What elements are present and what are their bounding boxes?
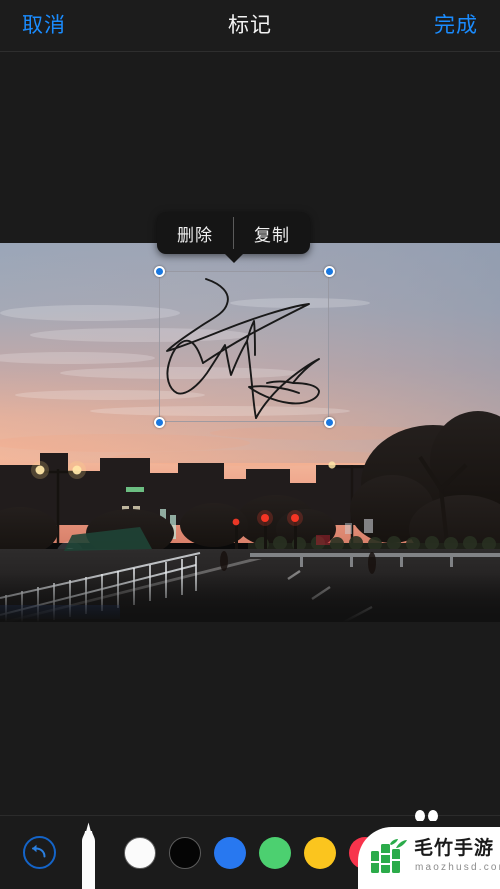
selection-bounding-box[interactable] (159, 271, 329, 422)
selection-handle-top-left[interactable] (153, 265, 165, 277)
color-swatch-black[interactable] (169, 837, 201, 869)
context-menu-delete[interactable]: 删除 (157, 212, 233, 254)
done-button[interactable]: 完成 (434, 13, 478, 39)
watermark-ears-icon (415, 810, 438, 821)
context-menu: 删除 复制 (157, 212, 310, 263)
bamboo-logo-icon (371, 839, 407, 873)
markup-editor-screen: 取消 标记 完成 删除 复制 毛竹手游 maozhusd.com (0, 0, 500, 889)
selection-handle-top-right[interactable] (323, 265, 335, 277)
watermark-badge: 毛竹手游 maozhusd.com (358, 827, 500, 889)
watermark-site-name: 毛竹手游 (414, 838, 495, 859)
top-navigation-bar: 取消 标记 完成 (0, 0, 500, 52)
undo-button[interactable] (23, 836, 56, 869)
selection-handle-bottom-left[interactable] (153, 416, 165, 428)
color-swatch-yellow[interactable] (304, 837, 336, 869)
undo-arrow-icon (32, 844, 46, 858)
context-menu-pointer-tail (223, 253, 244, 263)
selection-handle-bottom-right[interactable] (323, 416, 335, 428)
color-swatch-green[interactable] (259, 837, 291, 869)
markup-toolbar: 毛竹手游 maozhusd.com (0, 810, 500, 889)
marker-pen-tool[interactable] (78, 815, 99, 889)
color-swatch-white[interactable] (124, 837, 156, 869)
context-menu-copy[interactable]: 复制 (234, 212, 310, 254)
color-swatch-blue[interactable] (214, 837, 246, 869)
watermark-site-url: maozhusd.com (415, 862, 500, 873)
page-title: 标记 (228, 14, 272, 37)
